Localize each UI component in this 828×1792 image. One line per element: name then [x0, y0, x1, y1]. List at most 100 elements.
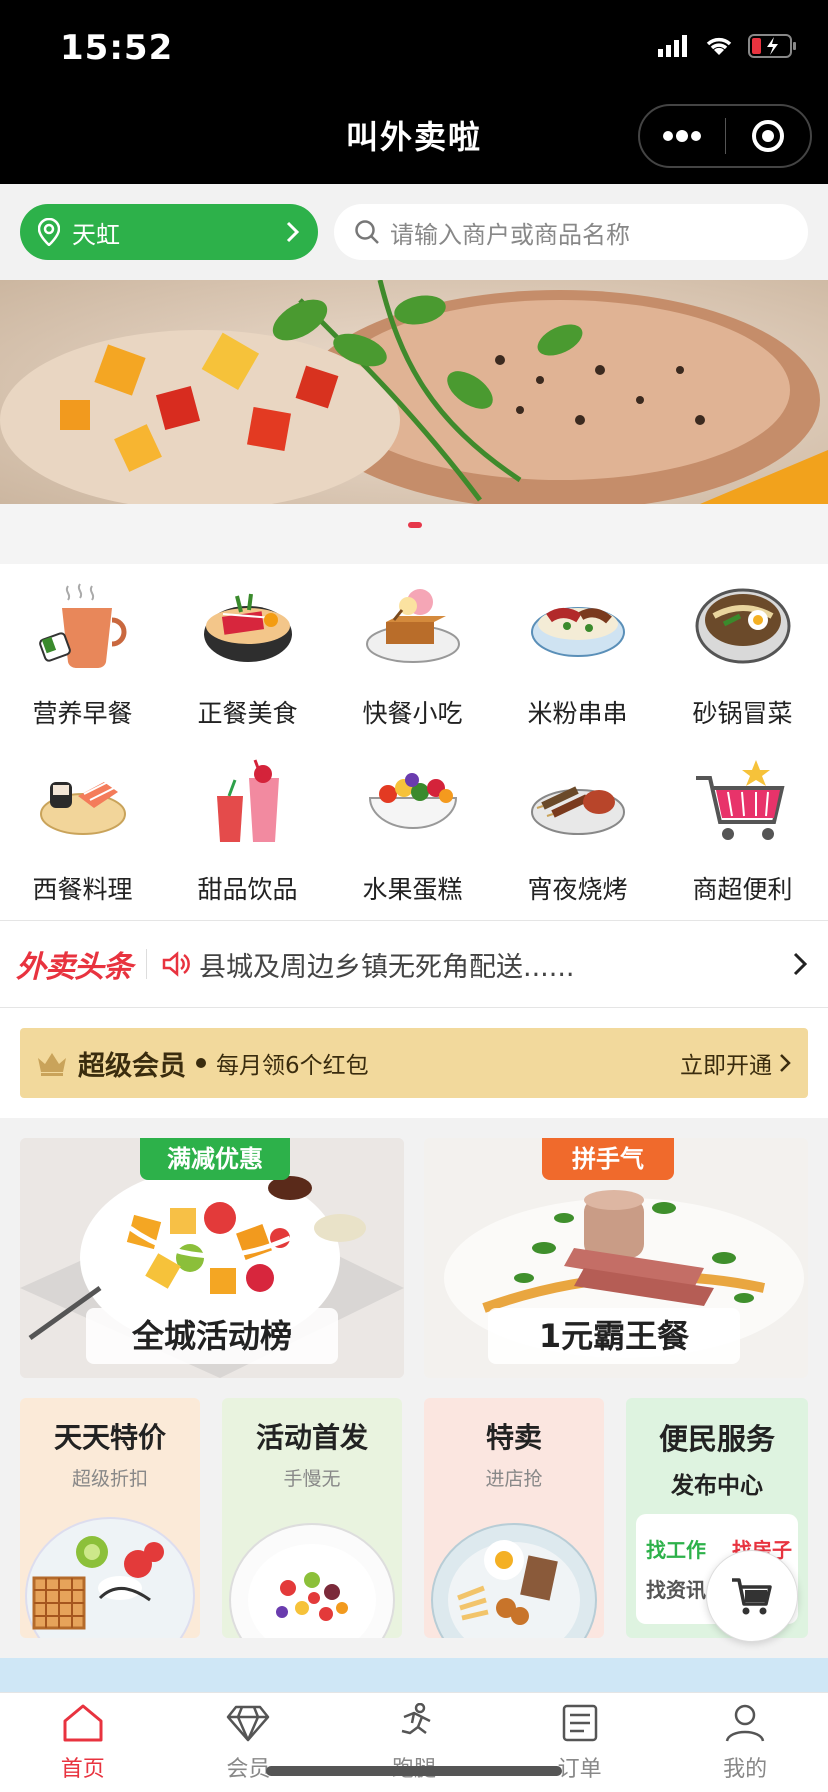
top-bar: 15:52 叫外卖啦 — [0, 0, 828, 184]
banner-food-image — [0, 280, 828, 504]
category-item[interactable]: 正餐美食 — [165, 564, 330, 734]
tile-subtitle: 超级折扣 — [71, 1468, 148, 1490]
category-item[interactable]: 营养早餐 — [0, 564, 165, 734]
service-link-jobs[interactable]: 找工作 — [646, 1534, 706, 1563]
category-item[interactable]: 商超便利 — [660, 740, 825, 910]
search-placeholder: 请输入商户或商品名称 — [390, 220, 630, 249]
promo-card-activity[interactable]: 满减优惠 全城活动榜 — [20, 1138, 404, 1378]
location-label: 天虹 — [72, 220, 120, 249]
chevron-right-icon — [286, 221, 300, 243]
crown-icon — [38, 1053, 66, 1076]
promo-tag: 满减优惠 — [140, 1138, 290, 1180]
target-circle-icon — [751, 120, 784, 152]
tile-daily-deals[interactable]: 天天特价 超级折扣 — [20, 1398, 200, 1638]
service-link-info[interactable]: 找资讯 — [646, 1574, 706, 1603]
headline-brand-logo: 外卖头条 — [16, 950, 133, 985]
tile-subtitle: 手慢无 — [283, 1468, 341, 1490]
more-button[interactable] — [640, 106, 725, 166]
battery-icon — [748, 34, 796, 58]
tab-profile[interactable]: 我的 — [662, 1693, 828, 1792]
headline-message: 县城及周边乡镇无死角配送...... — [199, 951, 575, 983]
cart-button[interactable] — [706, 1550, 798, 1642]
bottom-tab-bar: 首页 会员 跑腿 订单 我的 — [0, 1692, 828, 1792]
profile-icon — [725, 1704, 765, 1742]
ticker-divider — [146, 949, 147, 979]
cart-icon — [732, 1578, 772, 1615]
status-icons — [658, 34, 798, 58]
bbq-icon — [530, 786, 625, 835]
close-program-button[interactable] — [726, 106, 811, 166]
tab-errand[interactable]: 跑腿 — [331, 1693, 497, 1792]
member-section: 超级会员 每月领6个红包 立即开通 — [0, 1008, 828, 1118]
tile-title: 特卖 — [485, 1421, 542, 1454]
chevron-right-icon — [780, 1054, 791, 1072]
breakfast-plate-image — [431, 1523, 597, 1638]
category-item[interactable]: 西餐料理 — [0, 740, 165, 910]
tab-label: 首页 — [60, 1757, 105, 1782]
salad-plate-image — [229, 1523, 395, 1638]
member-description: 每月领6个红包 — [216, 1053, 369, 1079]
category-label: 米粉串串 — [527, 699, 628, 728]
more-dots-icon — [663, 130, 702, 142]
waffle-plate-image — [25, 1517, 195, 1638]
tile-title: 天天特价 — [53, 1421, 166, 1454]
tab-member[interactable]: 会员 — [166, 1693, 332, 1792]
shopping-cart-icon — [695, 760, 785, 840]
search-row: 天虹 请输入商户或商品名称 — [0, 184, 828, 280]
category-item[interactable]: 米粉串串 — [495, 564, 660, 734]
tile-subtitle: 进店抢 — [485, 1468, 543, 1490]
category-item[interactable]: 甜品饮品 — [165, 740, 330, 910]
member-bullet — [196, 1058, 206, 1068]
category-label: 商超便利 — [692, 875, 793, 904]
category-label: 砂锅冒菜 — [692, 699, 793, 728]
headline-ticker[interactable]: 外卖头条 县城及周边乡镇无死角配送...... — [0, 920, 828, 1008]
tab-label: 我的 — [723, 1757, 768, 1782]
home-icon — [63, 1704, 103, 1742]
banner-active-dot[interactable] — [408, 522, 422, 528]
promo-caption: 全城活动榜 — [86, 1308, 338, 1364]
search-input[interactable]: 请输入商户或商品名称 — [334, 204, 808, 260]
wifi-icon — [706, 37, 732, 55]
tile-title: 活动首发 — [255, 1421, 368, 1454]
category-label: 西餐料理 — [32, 875, 133, 904]
snack-plate-icon — [365, 589, 460, 663]
category-grid: 营养早餐 正餐美食 快餐小吃 米粉串串 砂锅冒菜 西餐料理 甜品饮品 水果蛋糕 … — [0, 564, 828, 920]
runner-icon — [401, 1702, 431, 1735]
category-label: 水果蛋糕 — [362, 875, 463, 904]
mini-program-capsule — [638, 104, 812, 168]
tab-orders[interactable]: 订单 — [497, 1693, 663, 1792]
signal-icon — [658, 35, 687, 57]
bottom-promo-strip — [0, 1658, 828, 1692]
promo-banner[interactable] — [0, 280, 828, 504]
tile-new-events[interactable]: 活动首发 手慢无 — [222, 1398, 402, 1638]
category-item[interactable]: 水果蛋糕 — [330, 740, 495, 910]
order-list-icon — [562, 1704, 597, 1742]
banner-pagination — [0, 504, 828, 564]
clay-pot-icon — [695, 588, 790, 664]
category-item[interactable]: 砂锅冒菜 — [660, 564, 825, 734]
bowl-meal-icon — [203, 593, 292, 662]
category-item[interactable]: 快餐小吃 — [330, 564, 495, 734]
fruit-bowl-icon — [368, 773, 457, 829]
super-member-banner[interactable]: 超级会员 每月领6个红包 立即开通 — [20, 1028, 808, 1098]
status-time: 15:52 — [60, 28, 174, 68]
chevron-right-icon — [793, 952, 808, 976]
sushi-icon — [39, 781, 126, 835]
coffee-breakfast-icon — [38, 583, 126, 669]
member-title: 超级会员 — [78, 1050, 186, 1082]
tile-flash-sale[interactable]: 特卖 进店抢 — [424, 1398, 604, 1638]
promo-caption: 1元霸王餐 — [488, 1308, 740, 1364]
diamond-icon — [227, 1705, 270, 1742]
category-item[interactable]: 宵夜烧烤 — [495, 740, 660, 910]
location-button[interactable]: 天虹 — [20, 204, 318, 260]
location-pin-icon — [38, 218, 60, 246]
rice-noodle-icon — [530, 607, 625, 657]
promo-card-lucky[interactable]: 拼手气 1元霸王餐 — [424, 1138, 808, 1378]
member-open-link[interactable]: 立即开通 — [680, 1046, 772, 1080]
category-label: 宵夜烧烤 — [527, 875, 628, 904]
drinks-icon — [216, 759, 279, 842]
category-label: 营养早餐 — [32, 699, 133, 728]
tab-home[interactable]: 首页 — [0, 1693, 166, 1792]
search-icon — [355, 220, 379, 244]
promo-tag: 拼手气 — [542, 1138, 674, 1180]
